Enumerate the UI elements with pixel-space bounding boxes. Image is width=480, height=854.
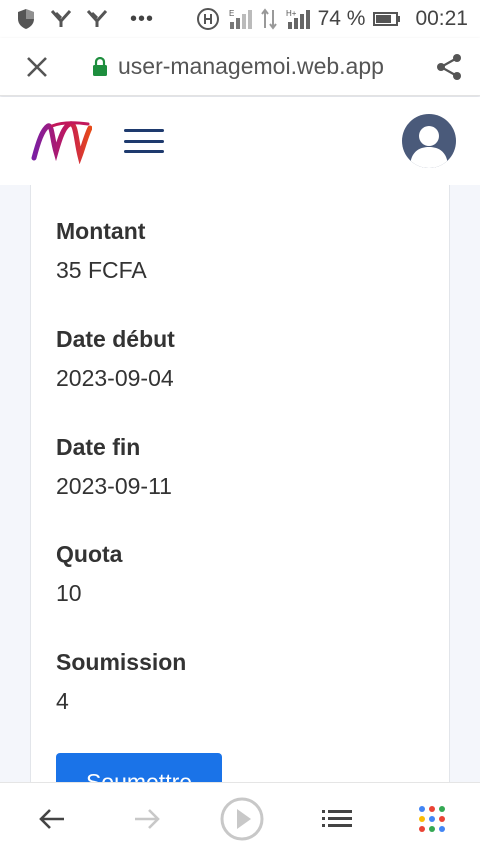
close-tab-button[interactable] (20, 50, 54, 84)
app-header (0, 97, 480, 185)
menu-icon-bar (124, 150, 164, 153)
field-quota: Quota 10 (56, 541, 122, 607)
data-saver-icon (196, 8, 219, 30)
menu-button[interactable] (124, 125, 164, 157)
field-montant: Montant 35 FCFA (56, 218, 147, 284)
field-date-fin: Date fin 2023-09-11 (56, 434, 172, 500)
menu-icon-bar (124, 139, 164, 143)
status-bar: ••• E H+ 74 % 00:21 (0, 0, 480, 38)
svg-text:E: E (229, 9, 234, 18)
forward-button[interactable] (123, 795, 171, 843)
status-bar-left: ••• (16, 8, 154, 31)
shield-icon (18, 9, 34, 29)
list-icon (322, 809, 352, 827)
status-bar-right: E H+ 74 % 00:21 (196, 7, 468, 31)
field-value: 2023-09-11 (56, 473, 172, 499)
menu-icon-bar (124, 129, 164, 132)
field-label: Date fin (56, 434, 141, 460)
details-card: Montant 35 FCFA Date début 2023-09-04 Da… (30, 185, 450, 782)
play-icon (220, 797, 264, 840)
field-value: 2023-09-04 (56, 365, 174, 391)
signal-h-icon: H+ (286, 9, 310, 29)
field-value: 35 FCFA (56, 257, 147, 283)
field-label: Date début (56, 326, 175, 352)
apps-button[interactable] (408, 795, 456, 843)
y-app-icon (50, 9, 72, 27)
svg-text:H+: H+ (286, 9, 297, 18)
battery-icon (373, 12, 401, 26)
lock-icon (93, 56, 107, 76)
field-date-debut: Date début 2023-09-04 (56, 326, 175, 392)
data-transfer-icon (260, 8, 277, 30)
clock: 00:21 (415, 7, 468, 30)
share-button[interactable] (432, 50, 466, 84)
battery-percent: 74 % (317, 7, 366, 30)
field-value: 10 (56, 580, 82, 606)
avatar-icon (410, 126, 448, 168)
field-label: Soumission (56, 649, 187, 675)
field-soumission: Soumission 4 (56, 649, 186, 715)
field-label: Montant (56, 218, 146, 244)
arrow-right-icon (135, 808, 160, 829)
apps-grid-icon (419, 805, 445, 832)
field-label: Quota (56, 541, 123, 567)
app-logo[interactable] (30, 118, 92, 164)
submit-button[interactable]: Soumettre (56, 753, 222, 782)
field-value: 4 (56, 688, 69, 714)
tab-list-button[interactable] (313, 795, 361, 843)
user-avatar[interactable] (402, 114, 456, 168)
share-icon (437, 53, 461, 80)
signal-e-icon: E (229, 9, 252, 29)
browser-url-bar: user-managemoi.web.app (0, 38, 480, 96)
main-content: Montant 35 FCFA Date début 2023-09-04 Da… (0, 185, 480, 782)
arrow-left-icon (39, 808, 64, 829)
y-app-icon-2 (86, 9, 108, 27)
more-notifications-icon: ••• (130, 7, 155, 30)
browser-bottom-bar (0, 782, 480, 854)
close-icon (27, 56, 47, 77)
back-button[interactable] (28, 795, 76, 843)
play-button[interactable] (218, 795, 266, 843)
url-text[interactable]: user-managemoi.web.app (118, 53, 432, 80)
